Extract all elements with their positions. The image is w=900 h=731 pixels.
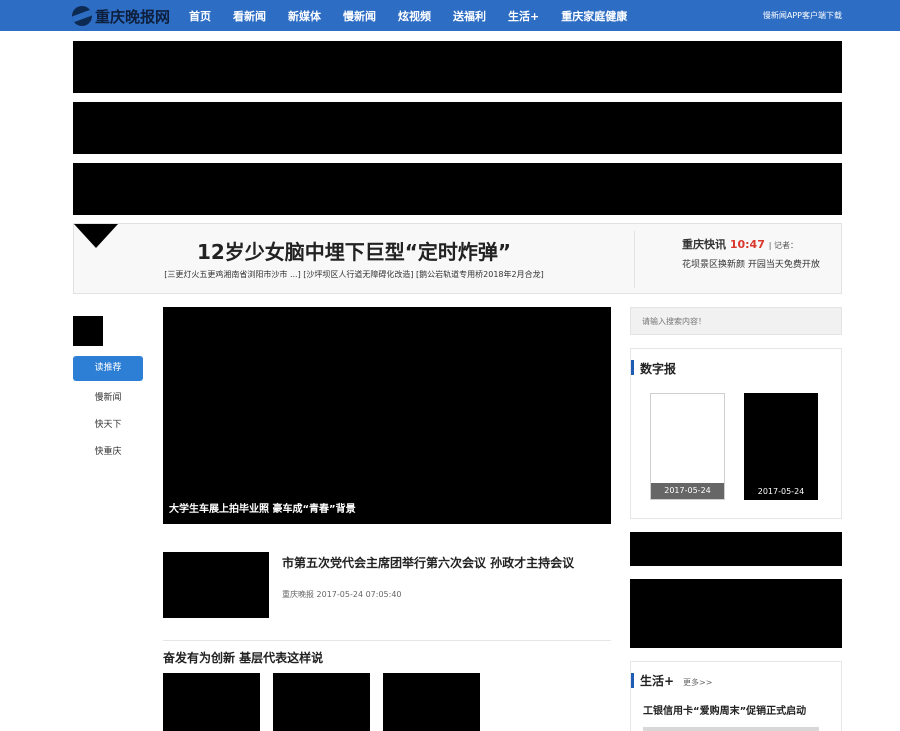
main-nav: 首页 看新闻 新媒体 慢新闻 炫视频 送福利 生活+ 重庆家庭健康	[189, 0, 649, 31]
nav-item-family-health[interactable]: 重庆家庭健康	[561, 8, 627, 24]
life-more-link[interactable]: 更多>>	[683, 677, 712, 688]
nav-item-home[interactable]: 首页	[189, 8, 211, 24]
kuaixun-text[interactable]: 花坝景区换新颜 开园当天免费开放	[682, 257, 820, 270]
logo-text: 重庆晚报网	[95, 7, 171, 26]
logo-mark-icon	[72, 6, 92, 26]
top-nav-bar: 重庆晚报网 首页 看新闻 新媒体 慢新闻 炫视频 送福利 生活+ 重庆家庭健康 …	[0, 0, 900, 31]
paper-date: 2017-05-24	[651, 483, 724, 499]
section-title[interactable]: 奋发有为创新 基层代表这样说	[163, 649, 323, 666]
news-title[interactable]: 市第五次党代会主席团举行第六次会议 孙政才主持会议	[282, 554, 574, 571]
section-thumbnail-1[interactable]	[163, 673, 260, 731]
sidebar-ad-2[interactable]	[630, 579, 842, 648]
headline-title[interactable]: 12岁少女脑中埋下巨型“定时炸弹”	[74, 236, 634, 265]
paper-cover-1[interactable]: 2017-05-24	[650, 393, 725, 500]
paper-date: 2017-05-24	[757, 487, 805, 496]
banner-ad-3[interactable]	[73, 163, 842, 215]
divider	[163, 640, 611, 641]
news-meta: 重庆晚报 2017-05-24 07:05:40	[282, 590, 402, 599]
truncated-text-line	[643, 727, 819, 731]
side-nav-chongqing[interactable]: 快重庆	[73, 444, 143, 457]
paper-cover-2[interactable]: 2017-05-24	[744, 393, 818, 500]
nav-item-new-media[interactable]: 新媒体	[288, 8, 321, 24]
life-plus-title[interactable]: 生活+	[640, 672, 674, 689]
kuaixun-reporter: | 记者：	[768, 241, 798, 250]
nav-item-welfare[interactable]: 送福利	[453, 8, 486, 24]
kuaixun-time: 10:47	[729, 238, 765, 251]
section-thumbnail-3[interactable]	[383, 673, 480, 731]
nav-item-news[interactable]: 看新闻	[233, 8, 266, 24]
kuaixun-header: 重庆快讯 10:47 | 记者：	[682, 236, 798, 252]
title-bar-marker	[631, 673, 634, 688]
title-bar-marker	[631, 360, 634, 375]
banner-ad-1[interactable]	[73, 41, 842, 93]
nav-item-slow-news[interactable]: 慢新闻	[343, 8, 376, 24]
hero-image[interactable]: 大学生车展上拍毕业照 豪车成“青春”背景	[163, 307, 611, 524]
search-input[interactable]	[630, 307, 842, 335]
left-column-image	[73, 316, 103, 346]
banner-ad-2[interactable]	[73, 102, 842, 154]
divider	[634, 231, 635, 288]
section-thumbnail-2[interactable]	[273, 673, 370, 731]
app-download-link[interactable]: 慢新闻APP客户端下载	[763, 10, 842, 21]
headline-box: 12岁少女脑中埋下巨型“定时炸弹” [三更灯火五更鸡湘南省浏阳市沙市 ...] …	[73, 223, 842, 294]
news-thumbnail[interactable]	[163, 552, 269, 618]
sidebar-ad-1[interactable]	[630, 532, 842, 566]
side-nav-recommend[interactable]: 读推荐	[73, 356, 143, 381]
headline-sub-links[interactable]: [三更灯火五更鸡湘南省浏阳市沙市 ...] [沙坪坝区人行道无障碍化改造] [鹅…	[74, 269, 634, 280]
side-nav-world[interactable]: 快天下	[73, 417, 143, 430]
kuaixun-label: 重庆快讯	[682, 238, 726, 251]
site-logo[interactable]: 重庆晚报网	[72, 5, 170, 27]
nav-item-video[interactable]: 炫视频	[398, 8, 431, 24]
side-nav-slow-news[interactable]: 慢新闻	[73, 390, 143, 403]
digital-paper-title[interactable]: 数字报	[640, 360, 676, 377]
hero-caption[interactable]: 大学生车展上拍毕业照 豪车成“青春”背景	[169, 500, 356, 515]
nav-item-life[interactable]: 生活+	[508, 8, 539, 24]
life-headline[interactable]: 工银信用卡“爱购周末”促销正式启动	[643, 702, 806, 717]
